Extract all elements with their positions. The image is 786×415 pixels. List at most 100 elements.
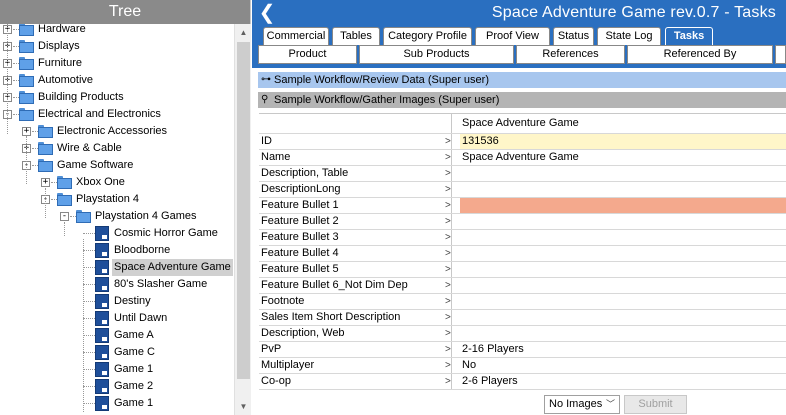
chevron-right-icon[interactable]: > xyxy=(445,294,451,309)
attribute-value[interactable]: 2-16 Players xyxy=(460,342,786,357)
attribute-value[interactable] xyxy=(460,246,786,261)
attribute-value[interactable]: Space Adventure Game xyxy=(460,150,786,165)
chevron-right-icon[interactable]: > xyxy=(445,198,451,213)
product-icon xyxy=(95,345,109,360)
tree-item-label: Automotive xyxy=(38,74,94,86)
attribute-value[interactable] xyxy=(460,310,786,325)
tree-item[interactable]: + Displays xyxy=(0,38,234,55)
tab-status[interactable]: Status xyxy=(553,27,594,45)
attribute-value[interactable] xyxy=(460,166,786,181)
tree-item[interactable]: Cosmic Horror Game xyxy=(0,225,234,242)
chevron-right-icon[interactable]: > xyxy=(445,214,451,229)
chevron-right-icon[interactable]: > xyxy=(445,358,451,373)
chevron-right-icon[interactable]: > xyxy=(445,230,451,245)
tab-commercial[interactable]: Commercial xyxy=(263,27,329,45)
subtab-overflow[interactable] xyxy=(775,45,786,64)
tree-item[interactable]: Until Dawn xyxy=(0,310,234,327)
chevron-right-icon[interactable]: > xyxy=(445,166,451,181)
grid-row: ID >131536 xyxy=(259,134,786,150)
tree-item[interactable]: + Wire & Cable xyxy=(0,140,234,157)
chevron-right-icon[interactable]: > xyxy=(445,246,451,261)
section-gather-images[interactable]: ⚲ Sample Workflow/Gather Images (Super u… xyxy=(258,92,786,108)
product-icon xyxy=(95,277,109,292)
tree-item-label: Wire & Cable xyxy=(57,142,122,154)
attribute-value[interactable] xyxy=(460,230,786,245)
tree-item[interactable]: + Automotive xyxy=(0,72,234,89)
attribute-value[interactable] xyxy=(460,198,786,213)
tree-item[interactable]: + Furniture xyxy=(0,55,234,72)
chevron-left-icon[interactable]: ❮ xyxy=(258,1,276,25)
attribute-value[interactable] xyxy=(460,182,786,197)
attribute-value[interactable] xyxy=(460,326,786,341)
tree-item[interactable]: - Electrical and Electronics xyxy=(0,106,234,123)
submit-button[interactable]: Submit xyxy=(624,395,687,414)
tab-proof-view[interactable]: Proof View xyxy=(475,27,550,45)
grid-row: DescriptionLong > xyxy=(259,182,786,198)
attribute-value[interactable]: 131536 xyxy=(460,134,786,149)
product-icon xyxy=(95,396,109,411)
folder-icon xyxy=(38,125,53,138)
subtab-sub-products[interactable]: Sub Products xyxy=(359,45,514,64)
chevron-right-icon[interactable]: > xyxy=(445,182,451,197)
tree-item[interactable]: + Building Products xyxy=(0,89,234,106)
images-select[interactable]: No Images ﹀ xyxy=(544,395,620,414)
subtab-referenced-by[interactable]: Referenced By xyxy=(627,45,773,64)
tree-item[interactable]: + Xbox One xyxy=(0,174,234,191)
tree-item[interactable]: Game 1 xyxy=(0,361,234,378)
collapse-icon[interactable]: - xyxy=(60,212,69,221)
attribute-value[interactable]: 2-6 Players xyxy=(460,374,786,389)
tree-scrollbar[interactable]: ▲ ▼ xyxy=(234,24,251,415)
attribute-value[interactable] xyxy=(460,278,786,293)
attribute-value[interactable]: No xyxy=(460,358,786,373)
chevron-right-icon[interactable]: > xyxy=(445,262,451,277)
subtab-references[interactable]: References xyxy=(516,45,625,64)
tree-item[interactable]: Bloodborne xyxy=(0,242,234,259)
tree-item[interactable]: Destiny xyxy=(0,293,234,310)
scroll-up-icon[interactable]: ▲ xyxy=(235,24,252,41)
tree-item[interactable]: - Game Software xyxy=(0,157,234,174)
chevron-right-icon[interactable]: > xyxy=(445,310,451,325)
subtab-product[interactable]: Product xyxy=(258,45,357,64)
chevron-right-icon[interactable]: > xyxy=(445,326,451,341)
chevron-right-icon[interactable]: > xyxy=(445,278,451,293)
attribute-value[interactable] xyxy=(460,294,786,309)
tree-item[interactable]: - Playstation 4 Games xyxy=(0,208,234,225)
chevron-right-icon[interactable]: > xyxy=(445,342,451,357)
tree-item[interactable]: + Hardware xyxy=(0,24,234,38)
tree-item[interactable]: Game A xyxy=(0,327,234,344)
tree-item[interactable]: Game C xyxy=(0,344,234,361)
tab-tasks[interactable]: Tasks xyxy=(665,27,713,45)
expand-icon[interactable]: + xyxy=(41,178,50,187)
tab-tables[interactable]: Tables xyxy=(332,27,380,45)
tab-category-profile[interactable]: Category Profile xyxy=(383,27,472,45)
chevron-right-icon[interactable]: > xyxy=(445,150,451,165)
grid-row: Feature Bullet 5 > xyxy=(259,262,786,278)
attribute-label: PvP xyxy=(259,342,452,357)
tree-item[interactable]: Space Adventure Game xyxy=(0,259,234,276)
tree-item-label: Space Adventure Game xyxy=(112,259,233,276)
grid-row: Feature Bullet 3 > xyxy=(259,230,786,246)
tree-item[interactable]: Game 2 xyxy=(0,378,234,395)
tab-state-log[interactable]: State Log xyxy=(597,27,661,45)
tree-item[interactable]: Game 1 xyxy=(0,395,234,412)
folder-icon xyxy=(38,142,53,155)
expand-icon[interactable]: + xyxy=(22,127,31,136)
tree-item[interactable]: + Electronic Accessories xyxy=(0,123,234,140)
page-title: Space Adventure Game rev.0.7 - Tasks xyxy=(491,4,776,21)
chevron-right-icon[interactable]: > xyxy=(445,374,451,389)
product-icon xyxy=(95,311,109,326)
tree-item-label: Bloodborne xyxy=(114,244,171,256)
folder-icon xyxy=(19,74,34,87)
section-review-data[interactable]: ⊶ Sample Workflow/Review Data (Super use… xyxy=(258,72,786,88)
tree-item[interactable]: 80's Slasher Game xyxy=(0,276,234,293)
tree-item[interactable]: - Playstation 4 xyxy=(0,191,234,208)
attribute-value[interactable] xyxy=(460,214,786,229)
attribute-label: Feature Bullet 1 xyxy=(259,198,452,213)
attribute-label: Name xyxy=(259,150,452,165)
scrollbar-thumb[interactable] xyxy=(237,42,250,379)
scroll-down-icon[interactable]: ▼ xyxy=(235,398,252,415)
attribute-label: ID xyxy=(259,134,452,149)
attribute-label: Description, Web xyxy=(259,326,452,341)
attribute-value[interactable] xyxy=(460,262,786,277)
chevron-right-icon[interactable]: > xyxy=(445,134,451,149)
